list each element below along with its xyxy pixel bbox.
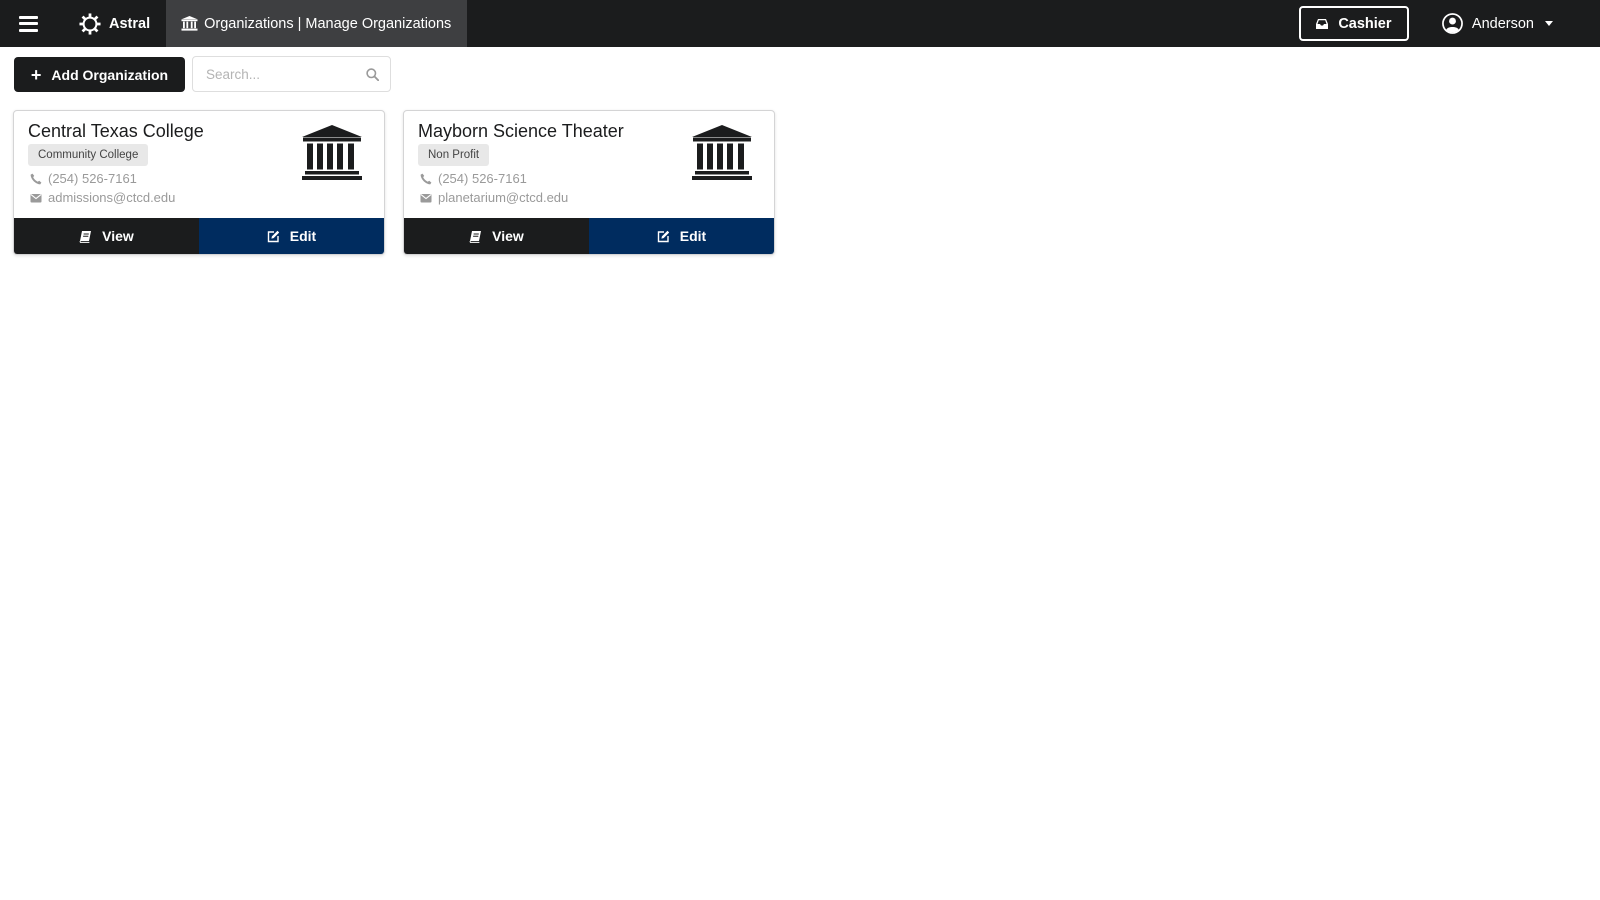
inbox-icon (1316, 18, 1329, 29)
view-label: View (102, 228, 134, 244)
top-navbar: Astral Organizations | Manage Organizati… (0, 0, 1600, 47)
organization-name: Mayborn Science Theater (418, 121, 624, 141)
caret-down-icon (1545, 21, 1553, 26)
view-label: View (492, 228, 524, 244)
organization-email: planetarium@ctcd.edu (420, 190, 568, 205)
organization-card: Central Texas College Community College … (13, 110, 385, 255)
organization-card: Mayborn Science Theater Non Profit (254)… (403, 110, 775, 255)
search-input[interactable] (193, 57, 353, 91)
add-organization-label: Add Organization (51, 66, 169, 83)
view-button[interactable]: View (404, 218, 589, 254)
user-menu-dropdown[interactable]: Anderson (1442, 0, 1600, 47)
user-circle-icon (1442, 13, 1463, 34)
card-actions: View Edit (14, 218, 384, 254)
gear-icon (79, 12, 101, 35)
envelope-icon (420, 193, 432, 202)
edit-label: Edit (679, 228, 707, 244)
email-text: planetarium@ctcd.edu (438, 190, 569, 205)
nav-item-label: Organizations | Manage Organizations (204, 15, 452, 32)
search-icon[interactable] (366, 68, 379, 81)
phone-text: (254) 526-7161 (438, 171, 527, 186)
user-name: Anderson (1471, 15, 1534, 32)
institution-icon (181, 16, 199, 31)
institution-icon (692, 125, 752, 180)
organization-phone: (254) 526-7161 (30, 171, 137, 186)
email-text: admissions@ctcd.edu (48, 190, 176, 205)
nav-item-organizations[interactable]: Organizations | Manage Organizations (166, 0, 468, 47)
plus-icon: + (30, 64, 42, 85)
organization-type-badge: Community College (28, 144, 149, 166)
organization-phone: (254) 526-7161 (420, 171, 527, 186)
organization-email: admissions@ctcd.edu (30, 190, 175, 205)
edit-label: Edit (289, 228, 317, 244)
institution-icon (302, 125, 362, 180)
hamburger-icon (19, 15, 38, 32)
phone-icon (30, 173, 42, 184)
edit-button[interactable]: Edit (199, 218, 384, 254)
organization-name: Central Texas College (28, 121, 204, 141)
book-icon (79, 230, 92, 243)
brand-name: Astral (109, 15, 151, 32)
phone-icon (420, 173, 432, 184)
view-button[interactable]: View (14, 218, 199, 254)
phone-text: (254) 526-7161 (48, 171, 137, 186)
brand-link[interactable]: Astral (57, 0, 166, 47)
envelope-icon (30, 193, 42, 202)
book-icon (469, 230, 482, 243)
add-organization-button[interactable]: + Add Organization (14, 57, 185, 92)
card-actions: View Edit (404, 218, 774, 254)
edit-button[interactable]: Edit (589, 218, 774, 254)
cashier-button[interactable]: Cashier (1298, 6, 1409, 41)
cashier-label: Cashier (1338, 15, 1392, 32)
menu-toggle-button[interactable] (0, 0, 57, 47)
organization-type-badge: Non Profit (418, 144, 490, 166)
search-box (192, 56, 391, 92)
edit-icon (657, 230, 669, 242)
edit-icon (267, 230, 279, 242)
